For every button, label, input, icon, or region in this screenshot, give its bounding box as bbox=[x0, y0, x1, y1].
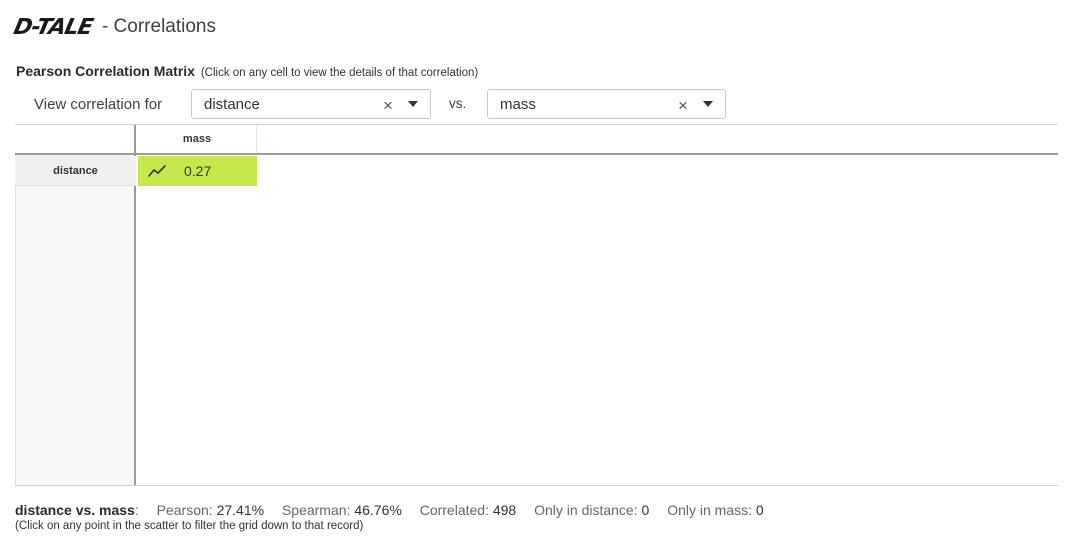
matrix-hint: (Click on any cell to view the details o… bbox=[200, 67, 479, 79]
column1-select-value: distance bbox=[204, 95, 260, 113]
vs-label: vs. bbox=[449, 96, 467, 111]
clear-column2-icon[interactable]: × bbox=[672, 96, 694, 116]
correlated-label: Correlated: bbox=[419, 502, 489, 518]
correlation-controls: View correlation for bbox=[34, 89, 162, 119]
correlation-summary: distance vs. mass: Pearson: 27.41% Spear… bbox=[15, 502, 764, 518]
timeseries-icon[interactable] bbox=[148, 164, 166, 178]
chevron-down-icon[interactable] bbox=[408, 101, 418, 107]
spearman-value: 46.76% bbox=[354, 502, 402, 518]
matrix-title: Pearson Correlation Matrix (Click on any… bbox=[16, 63, 478, 79]
page-title: - Correlations bbox=[101, 16, 216, 37]
only-mass-label: Only in mass: bbox=[667, 502, 752, 518]
only-distance-label: Only in distance: bbox=[534, 502, 638, 518]
correlation-grid: mass distance 0.27 bbox=[15, 124, 1058, 486]
row-header-distance: distance bbox=[15, 156, 136, 186]
chevron-down-icon[interactable] bbox=[703, 101, 713, 107]
pair-label: distance vs. mass bbox=[15, 502, 135, 518]
column2-select[interactable]: mass × bbox=[487, 89, 726, 119]
spearman-label: Spearman: bbox=[281, 502, 351, 518]
column1-select[interactable]: distance × bbox=[191, 89, 431, 119]
dtale-logo: D-TALE bbox=[11, 14, 95, 40]
page-header: D-TALE - Correlations bbox=[11, 10, 216, 44]
only-distance-value: 0 bbox=[641, 502, 650, 518]
correlation-value: 0.27 bbox=[184, 163, 212, 179]
grid-corner bbox=[15, 125, 136, 155]
column2-select-value: mass bbox=[500, 95, 536, 113]
column-header-mass: mass bbox=[138, 125, 257, 153]
pearson-value: 27.41% bbox=[216, 502, 265, 518]
only-mass-value: 0 bbox=[755, 502, 764, 518]
view-correlation-label: View correlation for bbox=[34, 95, 163, 113]
correlated-value: 498 bbox=[492, 502, 517, 518]
scatter-hint: (Click on any point in the scatter to fi… bbox=[15, 520, 364, 532]
clear-column1-icon[interactable]: × bbox=[377, 96, 399, 116]
matrix-title-label: Pearson Correlation Matrix bbox=[16, 63, 195, 79]
correlation-cell[interactable]: 0.27 bbox=[138, 156, 257, 186]
pearson-label: Pearson: bbox=[156, 502, 213, 518]
